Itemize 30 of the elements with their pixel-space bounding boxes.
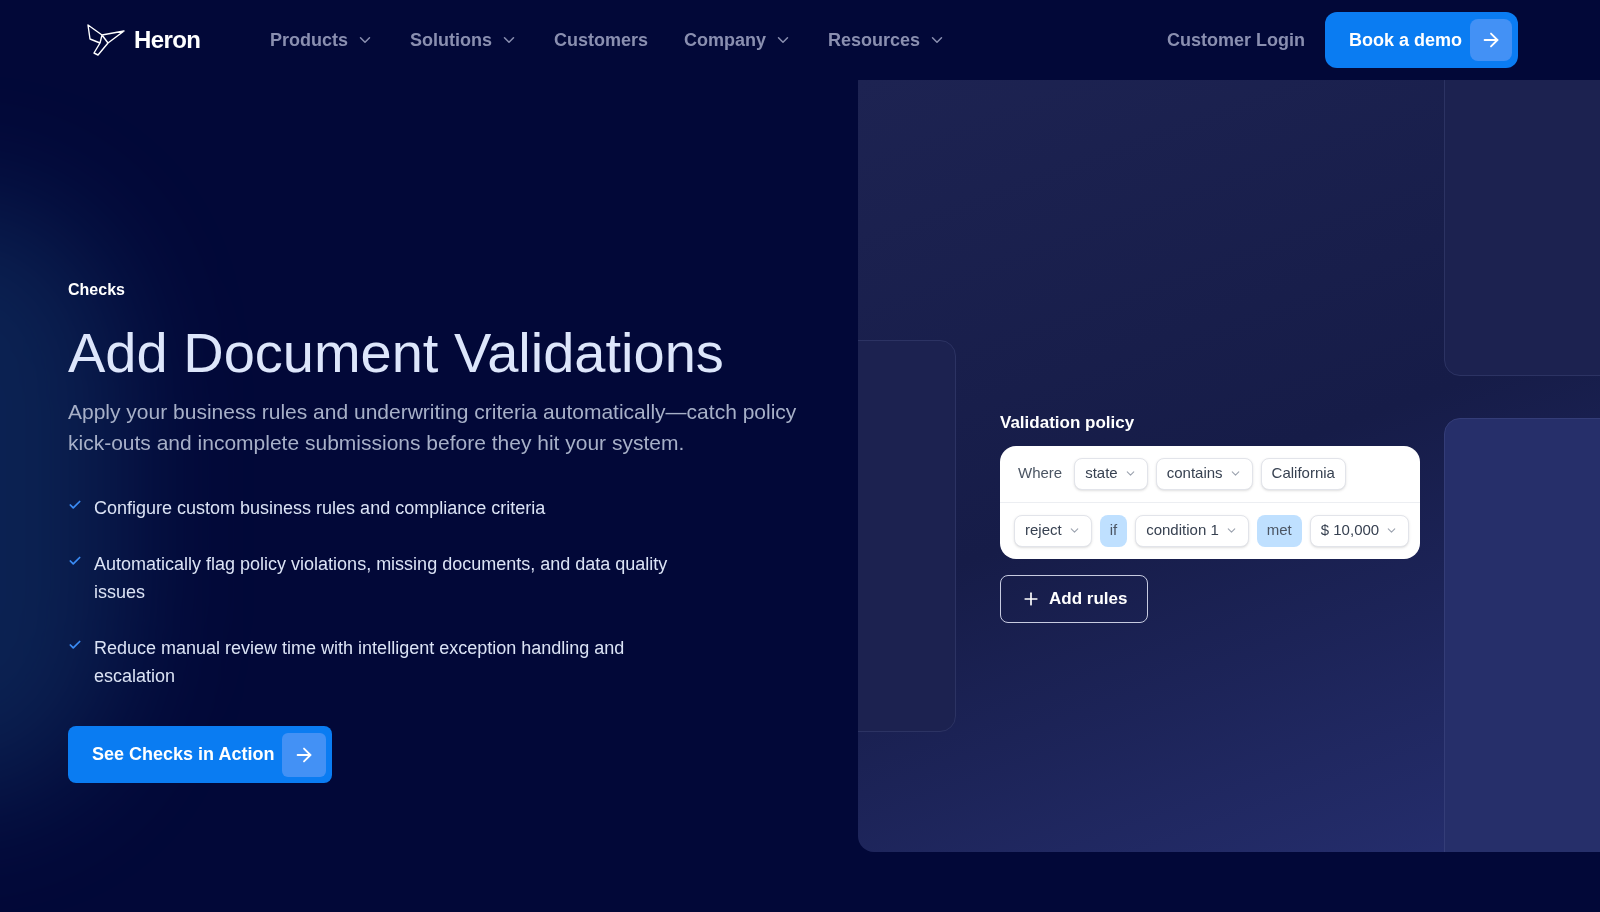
select-dropdown[interactable]: reject xyxy=(1014,514,1092,547)
feature-text: Configure custom business rules and compliance criteria xyxy=(94,497,546,520)
select-dropdown[interactable]: contains xyxy=(1155,457,1253,490)
where-label: Where xyxy=(1017,463,1064,484)
hero-description: Apply your business rules and underwriting criteria automatically—catch policy kick-outs and incomplete submissions before they hit your system. xyxy=(68,399,798,456)
check-icon xyxy=(68,638,82,652)
feature-text: Automatically flag policy violations, missing documents, and data quality issues xyxy=(94,553,669,604)
nav-link[interactable]: Resources xyxy=(828,26,947,54)
select-dropdown[interactable]: state xyxy=(1074,457,1148,490)
demo-button[interactable]: Book a demo xyxy=(1324,12,1518,68)
check-icon xyxy=(68,498,82,512)
add-rules-button[interactable]: Add rules xyxy=(1000,574,1149,623)
hero-title: Add Document Validations xyxy=(68,320,725,386)
feature-text: Reduce manual review time with intelligent exception handling and escalation xyxy=(94,637,626,688)
nav-link[interactable]: Customers xyxy=(554,26,649,54)
select-dropdown[interactable]: condition 1 xyxy=(1135,514,1249,547)
nav-link[interactable]: Company xyxy=(684,26,793,54)
nav-link[interactable]: Products xyxy=(270,26,374,54)
value-field[interactable]: California xyxy=(1260,457,1346,490)
check-icon xyxy=(68,554,82,568)
cta-button[interactable]: See Checks in Action xyxy=(68,726,333,783)
keyword-tag: met xyxy=(1256,514,1302,547)
eyebrow-label: Checks xyxy=(68,280,126,300)
nav-link[interactable]: Solutions xyxy=(410,26,518,54)
select-dropdown[interactable]: $ 10,000 xyxy=(1309,514,1410,547)
bird-logo-icon xyxy=(86,23,126,57)
brand-name: Heron xyxy=(134,25,201,55)
login-link[interactable]: Customer Login xyxy=(1166,26,1305,54)
keyword-tag: if xyxy=(1099,514,1128,547)
policy-title: Validation policy xyxy=(1000,412,1136,434)
